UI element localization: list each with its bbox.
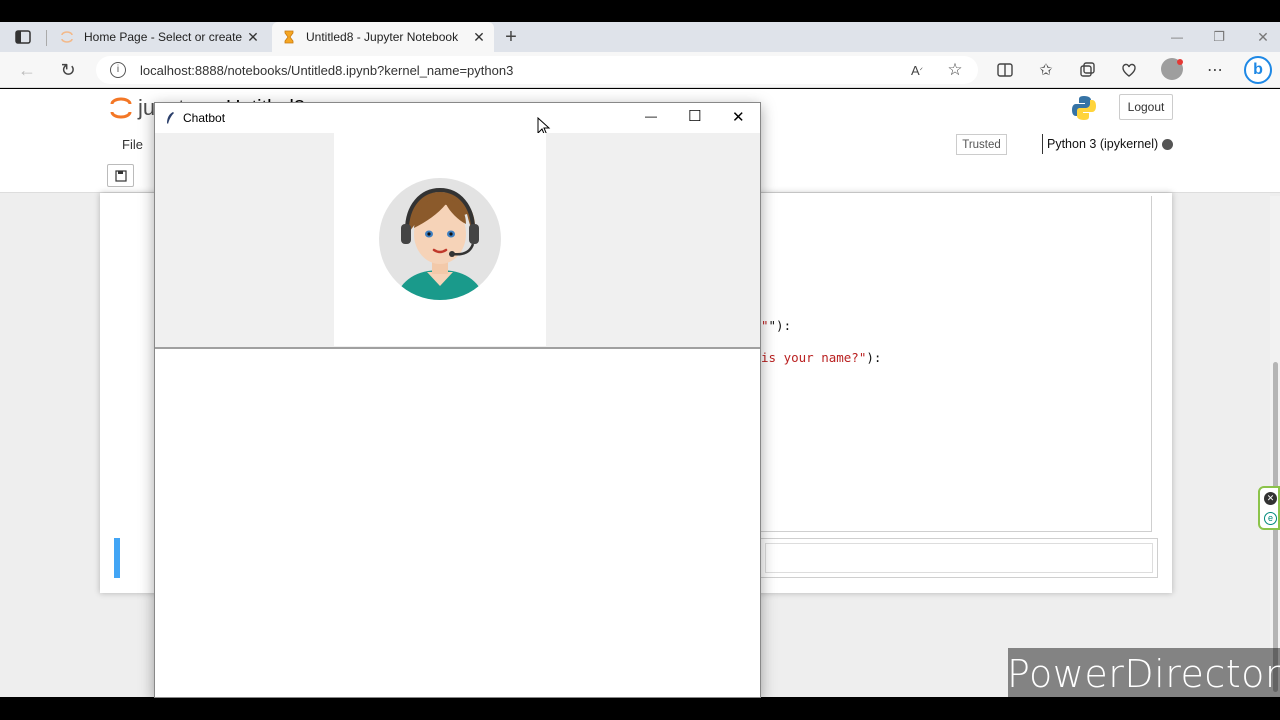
collections-icon[interactable]: [1076, 59, 1098, 81]
profile-status-dot: [1177, 59, 1183, 65]
code-line: is your name?"):: [761, 350, 881, 365]
tab-untitled8[interactable]: Untitled8 - Jupyter Notebook ✕: [272, 22, 494, 52]
kernel-name[interactable]: Python 3 (ipykernel): [1042, 134, 1158, 154]
menu-file[interactable]: File: [122, 137, 143, 152]
chat-message-area[interactable]: [155, 349, 760, 697]
code-string: is your name?": [761, 350, 867, 365]
feather-icon: [167, 112, 174, 124]
reload-icon[interactable]: ↻: [57, 59, 79, 81]
browser-toolbar: ← ↻ i localhost:8888/notebooks/Untitled8…: [0, 52, 1280, 88]
edge-icon[interactable]: e: [1264, 512, 1277, 525]
chatbot-title: Chatbot: [183, 111, 226, 125]
address-bar[interactable]: i localhost:8888/notebooks/Untitled8.ipy…: [96, 56, 978, 84]
url-text: localhost:8888/notebooks/Untitled8.ipynb…: [140, 62, 514, 78]
logout-button[interactable]: Logout: [1119, 94, 1173, 120]
code-line: ""):: [761, 318, 792, 333]
code-text: ):: [866, 350, 882, 365]
kernel-status-icon: [1162, 139, 1173, 150]
favorite-star-icon[interactable]: ☆: [944, 59, 966, 81]
jupyter-logo[interactable]: [110, 95, 132, 126]
restore-window-button[interactable]: ❐: [1208, 26, 1230, 48]
floppy-disk-icon: [114, 169, 127, 182]
trusted-indicator[interactable]: Trusted: [956, 134, 1007, 155]
read-aloud-icon[interactable]: Aᐟ: [906, 59, 928, 81]
favorites-icon[interactable]: ✩: [1035, 59, 1057, 81]
tab-label: Untitled8 - Jupyter Notebook: [306, 30, 459, 44]
code-cell[interactable]: ""): is your name?"):: [760, 196, 1152, 532]
more-options-icon[interactable]: ⋯: [1204, 59, 1226, 81]
hourglass-icon: [284, 30, 294, 44]
chatbot-maximize-button[interactable]: ☐: [688, 107, 701, 125]
support-agent-avatar: [379, 178, 501, 300]
chatbot-window: Chatbot — ☐ ✕: [154, 102, 761, 698]
site-info-icon[interactable]: i: [110, 62, 126, 78]
close-tab-icon[interactable]: ✕: [244, 29, 262, 46]
avatar-panel: [334, 133, 546, 346]
jupyter-logo-icon: [110, 97, 132, 119]
tab-label: Home Page - Select or create a n: [84, 30, 244, 44]
tab-actions-icon[interactable]: [12, 26, 34, 48]
close-icon[interactable]: ✕: [1264, 492, 1277, 505]
empty-code-cell[interactable]: [760, 538, 1158, 578]
jupyter-tab-icon: [61, 31, 73, 43]
page-scrollbar[interactable]: [1270, 196, 1280, 696]
cell-selection-bar: [114, 538, 120, 578]
tab-divider: [46, 30, 47, 46]
tab-home-page[interactable]: Home Page - Select or create a n ✕: [50, 22, 268, 52]
chatbot-minimize-button[interactable]: —: [645, 109, 657, 123]
back-icon[interactable]: ←: [16, 59, 38, 81]
browser-tab-bar: Home Page - Select or create a n ✕ Untit…: [0, 22, 1280, 52]
close-tab-icon[interactable]: ✕: [470, 29, 488, 46]
save-button[interactable]: [107, 164, 134, 187]
close-window-button[interactable]: ✕: [1252, 26, 1274, 48]
side-widget: ✕ e: [1258, 486, 1280, 530]
code-text: "):: [768, 318, 792, 333]
new-tab-button[interactable]: +: [500, 26, 522, 48]
bing-copilot-icon[interactable]: b: [1244, 56, 1272, 84]
chatbot-close-button[interactable]: ✕: [732, 108, 745, 126]
minimize-window-button[interactable]: —: [1166, 26, 1188, 48]
python-logo-icon: [1070, 94, 1098, 127]
cell-input-area[interactable]: [765, 543, 1153, 573]
browser-essentials-icon[interactable]: [1118, 59, 1140, 81]
chatbot-titlebar[interactable]: Chatbot — ☐ ✕: [155, 103, 760, 137]
watermark: PowerDirector: [1007, 648, 1280, 700]
split-screen-icon[interactable]: [994, 59, 1016, 81]
